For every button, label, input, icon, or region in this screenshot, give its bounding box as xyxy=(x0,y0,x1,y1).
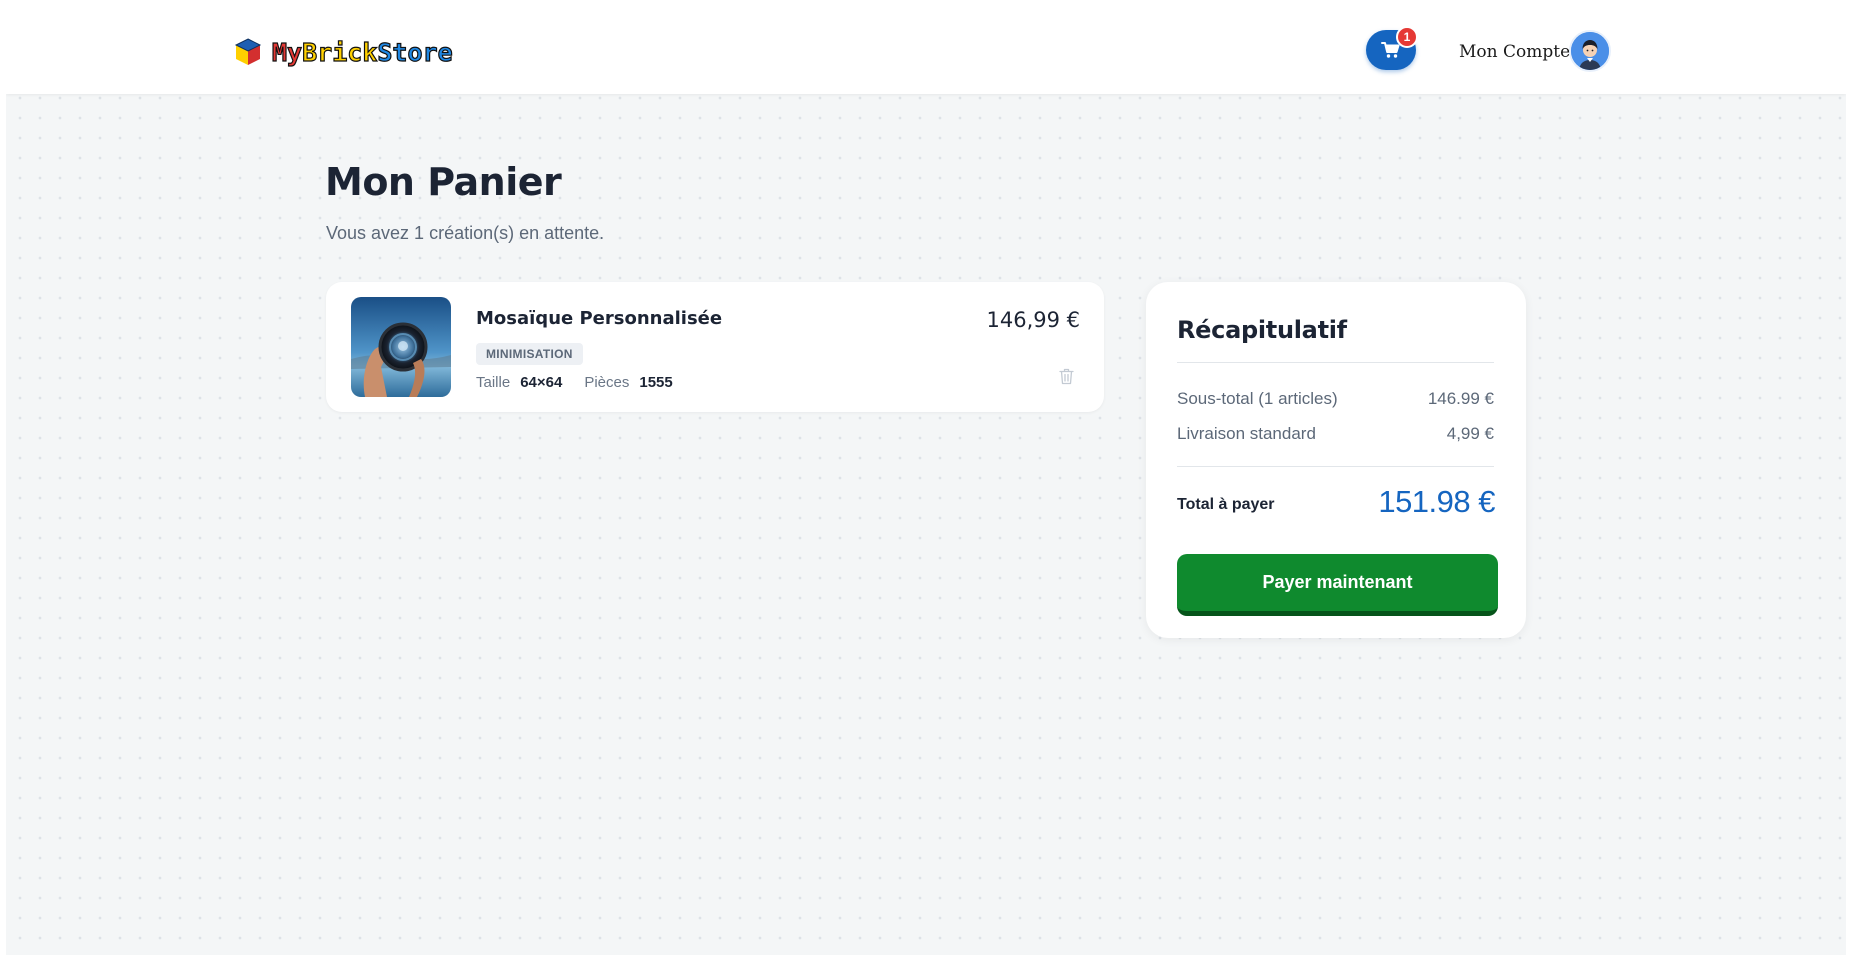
shipping-label: Livraison standard xyxy=(1177,424,1316,443)
user-avatar-icon xyxy=(1571,32,1609,70)
page: My Brick Store 1 Mon Compte Mon Panier V… xyxy=(6,4,1846,955)
product-thumbnail[interactable] xyxy=(351,297,451,397)
user-avatar[interactable] xyxy=(1569,30,1611,72)
shipping-value: 4,99 € xyxy=(1446,424,1494,443)
summary-divider-top xyxy=(1177,362,1494,363)
shipping-row: Livraison standard 4,99 € xyxy=(1177,424,1494,444)
logo-part-my: My xyxy=(271,37,303,67)
item-specs: Taille 64×64 Pièces 1555 xyxy=(476,374,673,391)
brick-cube-icon xyxy=(234,38,262,65)
logo-part-store: Store xyxy=(377,37,453,67)
top-header: My Brick Store 1 Mon Compte xyxy=(6,4,1846,94)
pay-now-button[interactable]: Payer maintenant xyxy=(1177,554,1498,616)
page-subtitle: Vous avez 1 création(s) en attente. xyxy=(326,223,605,243)
cart-item: Mosaïque Personnalisée MINIMISATION Tail… xyxy=(326,282,1104,412)
pieces-label: Pièces xyxy=(584,374,630,391)
logo-wordmark: My Brick Store xyxy=(271,37,453,67)
logo-part-brick: Brick xyxy=(302,37,378,67)
page-title: Mon Panier xyxy=(325,160,562,204)
size-label: Taille xyxy=(476,374,511,391)
item-name[interactable]: Mosaïque Personnalisée xyxy=(476,308,722,329)
subtotal-row: Sous-total (1 articles) 146.99 € xyxy=(1177,389,1494,409)
subtotal-label: Sous-total (1 articles) xyxy=(1177,389,1338,408)
store-logo[interactable]: My Brick Store xyxy=(234,36,453,68)
total-label: Total à payer xyxy=(1177,496,1275,513)
size-value: 64×64 xyxy=(520,374,563,391)
item-mode-tag: MINIMISATION xyxy=(476,343,583,365)
total-value: 151.98 € xyxy=(1378,484,1495,519)
order-summary: Récapitulatif Sous-total (1 articles) 14… xyxy=(1146,282,1526,638)
summary-title: Récapitulatif xyxy=(1177,316,1347,344)
cart-count-badge: 1 xyxy=(1396,26,1418,48)
remove-item-button[interactable] xyxy=(1057,366,1075,386)
subtotal-value: 146.99 € xyxy=(1427,389,1494,408)
lens-photo-image xyxy=(351,297,451,397)
pieces-value: 1555 xyxy=(639,374,673,391)
item-price: 146,99 € xyxy=(986,308,1080,332)
account-link[interactable]: Mon Compte xyxy=(1459,42,1570,62)
trash-icon xyxy=(1058,368,1074,384)
summary-divider-bottom xyxy=(1177,466,1494,467)
